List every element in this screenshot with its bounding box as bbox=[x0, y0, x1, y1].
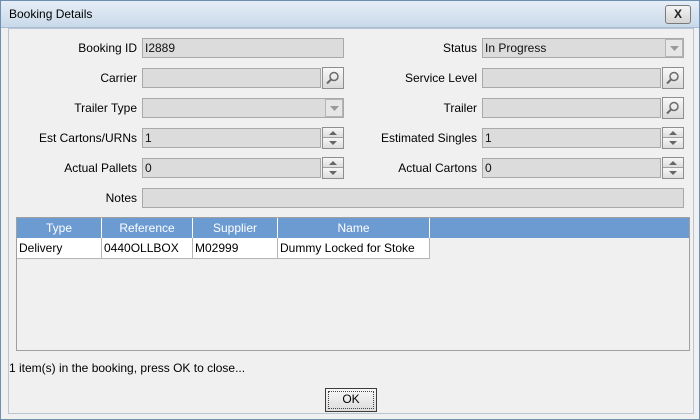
status-message: 1 item(s) in the booking, press OK to cl… bbox=[9, 361, 246, 375]
booking-details-window: Booking Details X Booking ID I2889 Statu… bbox=[0, 0, 700, 420]
actual-cartons-label: Actual Cartons bbox=[398, 161, 477, 175]
spinner-up-icon[interactable] bbox=[663, 128, 683, 138]
title-bar: Booking Details X bbox=[1, 1, 699, 28]
table-header: Type Reference Supplier Name bbox=[17, 218, 689, 238]
status-select[interactable]: In Progress bbox=[482, 38, 684, 58]
table-cell-supplier: M02999 bbox=[193, 238, 278, 259]
magnifier-icon bbox=[666, 71, 679, 85]
carrier-field[interactable] bbox=[142, 68, 321, 88]
notes-label: Notes bbox=[105, 191, 137, 205]
magnifier-icon bbox=[326, 71, 339, 85]
status-label: Status bbox=[442, 41, 477, 55]
chevron-down-icon[interactable] bbox=[665, 39, 683, 57]
actual-pallets-label: Actual Pallets bbox=[64, 161, 137, 175]
table-cell-reference: 0440OLLBOX bbox=[102, 238, 193, 259]
status-value: In Progress bbox=[485, 41, 547, 55]
spinner-up-icon[interactable] bbox=[323, 128, 343, 138]
booking-items-table[interactable]: Type Reference Supplier Name Delivery 04… bbox=[16, 217, 690, 351]
carrier-label: Carrier bbox=[100, 71, 137, 85]
trailer-field[interactable] bbox=[482, 98, 661, 118]
estimated-singles-label: Estimated Singles bbox=[380, 131, 477, 145]
column-header-reference[interactable]: Reference bbox=[102, 218, 193, 238]
trailer-label: Trailer bbox=[443, 101, 477, 115]
actual-cartons-field[interactable]: 0 bbox=[482, 158, 661, 178]
column-header-supplier[interactable]: Supplier bbox=[193, 218, 278, 238]
ok-button[interactable]: OK bbox=[325, 388, 377, 412]
spinner-down-icon[interactable] bbox=[323, 138, 343, 148]
close-icon: X bbox=[673, 7, 682, 21]
actual-pallets-field[interactable]: 0 bbox=[142, 158, 321, 178]
service-level-lookup-button[interactable] bbox=[662, 67, 684, 89]
close-button[interactable]: X bbox=[665, 5, 691, 24]
actual-cartons-spinner[interactable] bbox=[662, 157, 684, 179]
booking-id-field[interactable]: I2889 bbox=[142, 38, 344, 58]
estimated-singles-spinner[interactable] bbox=[662, 127, 684, 149]
table-cell-name: Dummy Locked for Stoke bbox=[278, 238, 430, 259]
est-cartons-label: Est Cartons/URNs bbox=[38, 131, 137, 145]
est-cartons-field[interactable]: 1 bbox=[142, 128, 321, 148]
spinner-down-icon[interactable] bbox=[323, 168, 343, 178]
column-header-type[interactable]: Type bbox=[17, 218, 102, 238]
est-cartons-spinner[interactable] bbox=[322, 127, 344, 149]
trailer-lookup-button[interactable] bbox=[662, 97, 684, 119]
column-header-name[interactable]: Name bbox=[278, 218, 430, 238]
service-level-label: Service Level bbox=[404, 71, 477, 85]
table-cell-type: Delivery bbox=[17, 238, 102, 259]
service-level-field[interactable] bbox=[482, 68, 661, 88]
spinner-up-icon[interactable] bbox=[663, 158, 683, 168]
chevron-down-icon[interactable] bbox=[325, 99, 343, 117]
magnifier-icon bbox=[666, 101, 679, 115]
carrier-lookup-button[interactable] bbox=[322, 67, 344, 89]
spinner-up-icon[interactable] bbox=[323, 158, 343, 168]
actual-pallets-spinner[interactable] bbox=[322, 157, 344, 179]
spinner-down-icon[interactable] bbox=[663, 138, 683, 148]
notes-field[interactable] bbox=[142, 188, 684, 208]
trailer-type-label: Trailer Type bbox=[74, 101, 137, 115]
dialog-body: Booking ID I2889 Status In Progress Carr… bbox=[8, 28, 694, 414]
estimated-singles-field[interactable]: 1 bbox=[482, 128, 661, 148]
spinner-down-icon[interactable] bbox=[663, 168, 683, 178]
booking-id-label: Booking ID bbox=[78, 41, 137, 55]
window-title: Booking Details bbox=[9, 7, 93, 21]
trailer-type-select[interactable] bbox=[142, 98, 344, 118]
